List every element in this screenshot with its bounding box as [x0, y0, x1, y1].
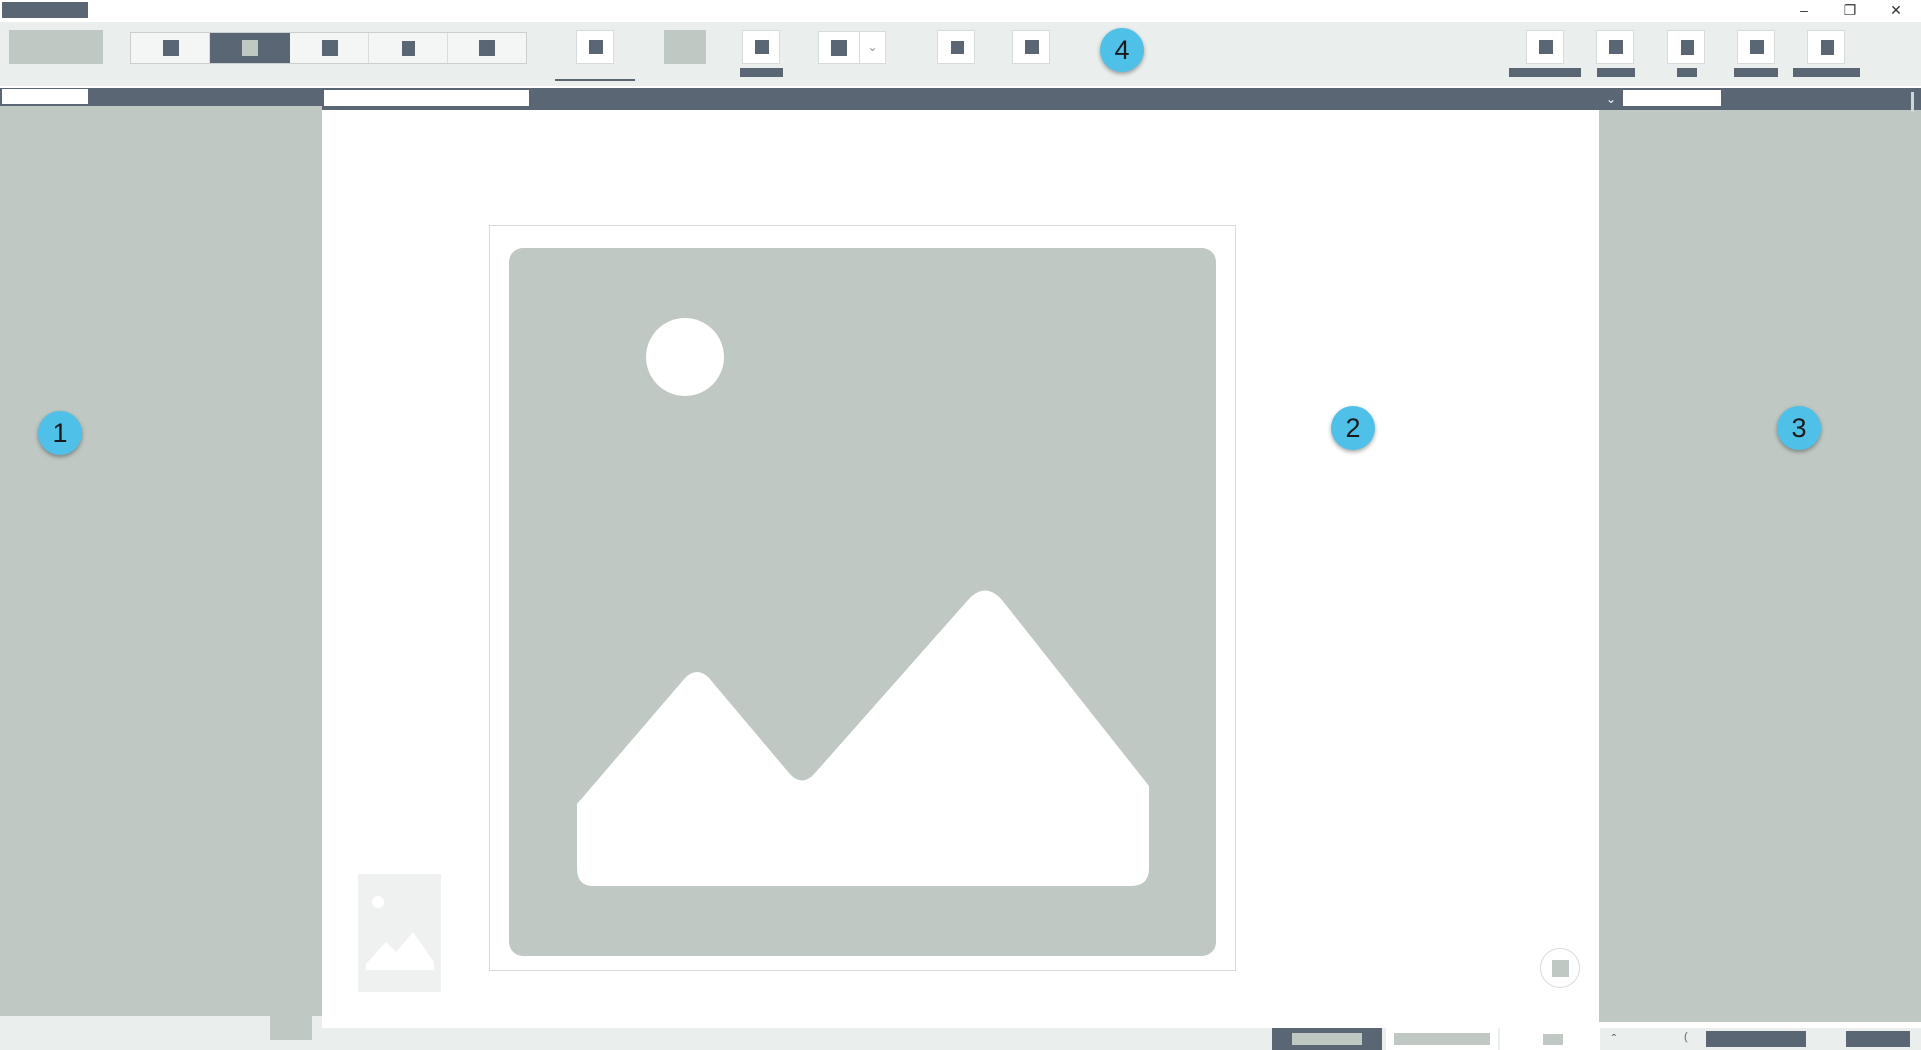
status-segment-fill: [1543, 1034, 1563, 1045]
dropdown-button[interactable]: ⌄: [818, 31, 886, 64]
tool-icon: [951, 41, 964, 54]
segment-icon: [242, 40, 258, 56]
status-text-placeholder: [1706, 1031, 1806, 1047]
left-panel-header: [0, 88, 322, 106]
annotation-badge-right-panel: 3: [1777, 406, 1821, 450]
toolbar-label: [1597, 68, 1635, 77]
toolbar: ⌄: [0, 22, 1921, 86]
canvas-header: [322, 88, 1599, 110]
tool-icon: [589, 40, 603, 54]
status-bar: ˆ (: [322, 1028, 1921, 1050]
toolbar-label: [1509, 68, 1581, 77]
status-segment[interactable]: [1500, 1028, 1600, 1050]
tool-icon: [1750, 40, 1764, 54]
toolbar-button-right-2[interactable]: [1596, 30, 1634, 64]
segment-icon: [479, 40, 495, 56]
toolbar-button-right-4[interactable]: [1737, 30, 1775, 64]
restore-button[interactable]: ❐: [1828, 0, 1872, 22]
segment-icon: [163, 40, 179, 56]
right-panel-header: ⌄: [1599, 88, 1921, 110]
left-panel: [0, 88, 322, 1016]
tool-icon: [1539, 40, 1553, 54]
segment-icon: [402, 41, 415, 56]
toolbar-label: [1677, 68, 1697, 77]
tool-icon: [755, 40, 769, 54]
status-progress-fill: [1394, 1033, 1490, 1045]
status-segment-active[interactable]: [1272, 1028, 1382, 1050]
tool-icon: [1609, 40, 1623, 54]
annotation-badge-canvas: 2: [1331, 406, 1375, 450]
status-segment-fill: [1292, 1033, 1362, 1045]
active-tool-underline: [555, 79, 635, 81]
thumbnail-image-icon[interactable]: [358, 874, 441, 992]
toolbar-button-right-5[interactable]: [1807, 30, 1845, 64]
tool-button[interactable]: [742, 30, 780, 64]
title-bar: – ❐ ✕: [0, 0, 1921, 22]
segment-icon: [322, 40, 338, 56]
status-segment-progress[interactable]: [1386, 1028, 1498, 1050]
toolbar-label: [1734, 68, 1778, 77]
segment-5[interactable]: [448, 33, 526, 63]
left-panel-tab[interactable]: [2, 89, 88, 104]
app-title-placeholder: [2, 2, 88, 18]
toolbar-label: [1793, 68, 1860, 77]
close-button[interactable]: ✕: [1874, 0, 1918, 22]
right-panel-scrollbar[interactable]: [1911, 92, 1914, 112]
color-swatch[interactable]: [664, 30, 706, 64]
minimize-button[interactable]: –: [1782, 0, 1826, 22]
tool-button[interactable]: [1012, 30, 1050, 64]
tool-button[interactable]: [937, 30, 975, 64]
segmented-control: [130, 32, 527, 64]
right-panel-tab[interactable]: [1623, 90, 1721, 106]
tool-icon: [831, 40, 847, 56]
segment-1[interactable]: [131, 33, 210, 63]
annotation-badge-toolbar: 4: [1100, 28, 1144, 72]
tool-icon: [1025, 40, 1039, 54]
toolbar-button-right-3[interactable]: [1667, 30, 1705, 64]
tool-label: [740, 68, 783, 77]
tool-button-active[interactable]: [576, 30, 614, 64]
chevron-down-icon: ⌄: [859, 32, 885, 63]
chevron-up-icon[interactable]: ˆ: [1604, 1028, 1624, 1050]
image-placeholder-icon: [509, 248, 1216, 956]
right-panel: [1599, 88, 1921, 1022]
status-text-placeholder: [1846, 1031, 1910, 1047]
floating-button-icon: [1552, 960, 1569, 977]
tool-icon: [1821, 40, 1834, 55]
sun-shape: [646, 318, 724, 396]
canvas-tab[interactable]: [324, 90, 529, 106]
left-panel-resize-handle[interactable]: [270, 1016, 312, 1040]
status-indicator: (: [1684, 1031, 1688, 1043]
floating-action-button[interactable]: [1540, 948, 1580, 988]
toolbar-button-right-1[interactable]: [1526, 30, 1564, 64]
segment-4[interactable]: [369, 33, 448, 63]
chevron-down-icon[interactable]: ⌄: [1601, 90, 1621, 108]
app-logo-placeholder[interactable]: [9, 30, 103, 64]
segment-3[interactable]: [290, 33, 369, 63]
tool-icon: [1681, 40, 1694, 55]
annotation-badge-left-panel: 1: [38, 411, 82, 455]
segment-2-selected[interactable]: [210, 33, 290, 63]
